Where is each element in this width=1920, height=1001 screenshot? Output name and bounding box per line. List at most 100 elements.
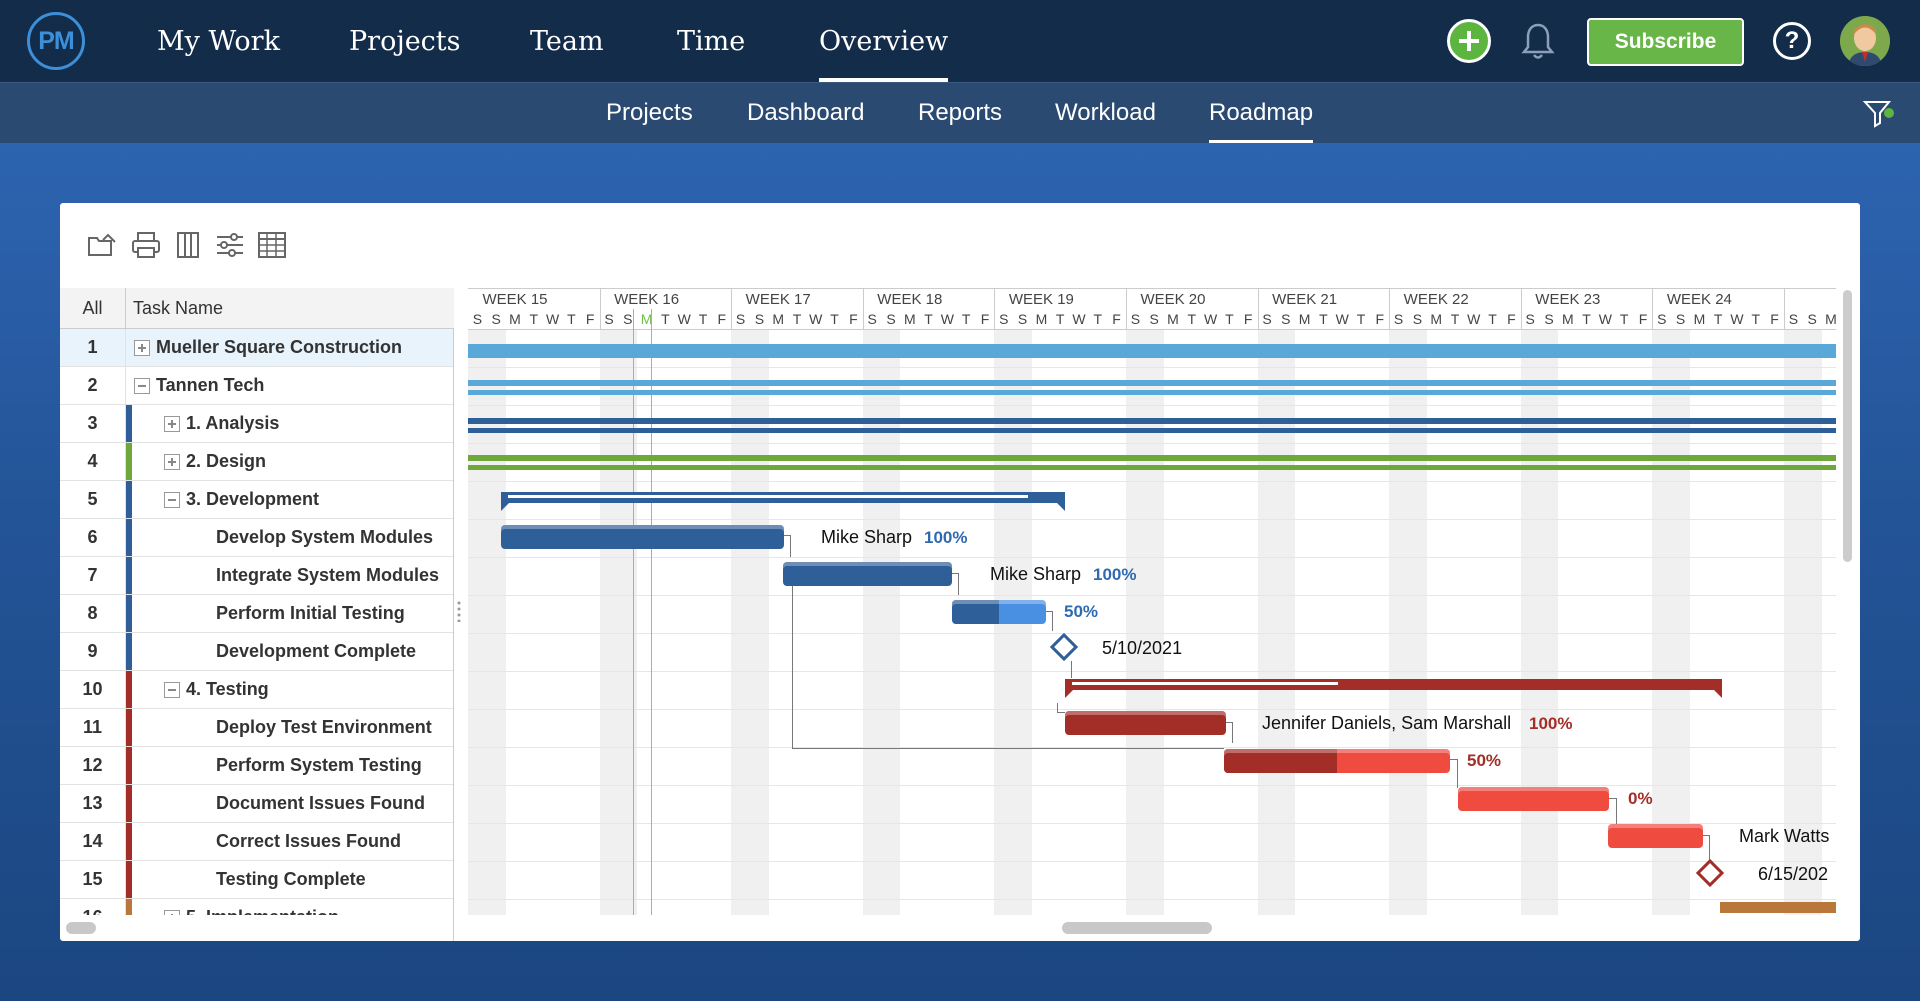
subnav-workload[interactable]: Workload [1055, 82, 1156, 143]
assignee-label: Mark Watts [1739, 826, 1830, 846]
table-row[interactable]: 14 Correct Issues Found [60, 823, 453, 861]
splitter-handle[interactable] [456, 600, 462, 623]
table-row[interactable]: 2 Tannen Tech [60, 367, 453, 405]
table-row[interactable]: 16 5. Implementation [60, 899, 453, 915]
subnav-roadmap[interactable]: Roadmap [1209, 82, 1314, 143]
expand-icon[interactable] [164, 454, 180, 470]
row-divider [468, 557, 1836, 558]
day-label: S [754, 311, 765, 327]
table-row[interactable]: 4 2. Design [60, 443, 453, 481]
row-divider [468, 785, 1836, 786]
summary-progress [508, 495, 1028, 498]
grid-horizontal-scrollbar-thumb[interactable] [66, 922, 96, 934]
collapse-icon[interactable] [164, 492, 180, 508]
nav-overview[interactable]: Overview [819, 0, 949, 82]
milestone-testing-complete[interactable] [1695, 858, 1725, 888]
task-name: Mueller Square Construction [156, 337, 403, 357]
collapse-icon[interactable] [134, 378, 150, 394]
columns-icon[interactable] [172, 230, 204, 260]
subnav-projects[interactable]: Projects [606, 82, 693, 143]
dependency-connector [792, 586, 1224, 749]
day-label: T [1356, 311, 1366, 327]
task-bar-integrate-system-modules[interactable] [783, 562, 952, 586]
summary-cap-left [501, 503, 509, 511]
table-row[interactable]: 10 4. Testing [60, 671, 453, 709]
table-row[interactable]: 3 1. Analysis [60, 405, 453, 443]
app-logo[interactable]: PM [27, 12, 85, 70]
print-icon[interactable] [130, 230, 162, 260]
category-color-bar [126, 861, 132, 898]
table-row[interactable]: 8 Perform Initial Testing [60, 595, 453, 633]
project-bar-mueller[interactable] [468, 344, 1836, 358]
day-label: W [677, 311, 691, 327]
week-label: WEEK 23 [1535, 290, 1601, 308]
day-label: T [792, 311, 802, 327]
day-label: M [1693, 311, 1706, 327]
nav-team[interactable]: Team [530, 0, 604, 82]
summary-bar-design-top[interactable] [468, 455, 1836, 461]
day-label: S [1262, 311, 1272, 327]
subnav-reports[interactable]: Reports [918, 82, 1002, 143]
day-label: S [1017, 311, 1028, 327]
project-bar-tannen-bottom[interactable] [468, 390, 1836, 395]
settings-sliders-icon[interactable] [214, 230, 246, 260]
day-label: T [1619, 311, 1629, 327]
row-number: 16 [60, 899, 126, 915]
table-row[interactable]: 9 Development Complete [60, 633, 453, 671]
table-grid-icon[interactable] [256, 230, 288, 260]
row-number: 10 [60, 671, 126, 708]
table-row[interactable]: 12 Perform System Testing [60, 747, 453, 785]
project-bar-tannen-top[interactable] [468, 380, 1836, 386]
expand-icon[interactable] [134, 340, 150, 356]
summary-bar-design-bottom[interactable] [468, 465, 1836, 470]
table-row[interactable]: 1 Mueller Square Construction [60, 329, 453, 367]
add-icon[interactable] [1447, 19, 1491, 63]
summary-bar-implementation[interactable] [1720, 902, 1836, 913]
table-row[interactable]: 15 Testing Complete [60, 861, 453, 899]
table-row[interactable]: 11 Deploy Test Environment [60, 709, 453, 747]
dependency-connector [784, 535, 791, 557]
task-bar-document-issues-found[interactable] [1458, 787, 1609, 811]
table-row[interactable]: 5 3. Development [60, 481, 453, 519]
task-bar-correct-issues-found[interactable] [1608, 824, 1703, 848]
open-folder-icon[interactable] [86, 230, 118, 260]
help-icon[interactable]: ? [1773, 22, 1811, 60]
bell-icon[interactable] [1521, 21, 1555, 61]
expand-icon[interactable] [164, 416, 180, 432]
row-number: 13 [60, 785, 126, 822]
nav-time[interactable]: Time [677, 0, 745, 82]
summary-bar-analysis-top[interactable] [468, 418, 1836, 424]
col-all-header[interactable]: All [60, 288, 126, 328]
day-label: T [961, 311, 971, 327]
week-label: WEEK 22 [1403, 290, 1469, 308]
task-name: 5. Implementation [186, 899, 339, 915]
expand-icon[interactable] [164, 910, 180, 915]
day-label: F [1243, 311, 1253, 327]
day-label: W [1335, 311, 1349, 327]
category-color-bar [126, 633, 132, 670]
table-row[interactable]: 7 Integrate System Modules [60, 557, 453, 595]
category-color-bar [126, 557, 132, 594]
avatar[interactable] [1840, 16, 1890, 66]
day-label: F [1770, 311, 1779, 327]
task-bar-develop-system-modules[interactable] [501, 525, 784, 549]
task-name: Testing Complete [216, 869, 366, 889]
vertical-scrollbar-thumb[interactable] [1843, 290, 1852, 562]
filter-icon[interactable] [1862, 97, 1894, 129]
table-row[interactable]: 13 Document Issues Found [60, 785, 453, 823]
week-label: WEEK 20 [1140, 290, 1206, 308]
nav-projects[interactable]: Projects [349, 0, 461, 82]
summary-bar-analysis-bottom[interactable] [468, 428, 1836, 433]
table-row[interactable]: 6 Develop System Modules [60, 519, 453, 557]
collapse-icon[interactable] [164, 682, 180, 698]
day-label: T [1225, 311, 1234, 327]
subnav-dashboard[interactable]: Dashboard [747, 82, 864, 143]
row-number: 1 [60, 329, 126, 366]
col-task-name-header[interactable]: Task Name [133, 288, 223, 328]
milestone-date-label: 6/15/202 [1758, 864, 1829, 884]
day-label: T [1582, 311, 1591, 327]
subscribe-button[interactable]: Subscribe [1587, 18, 1744, 66]
nav-my-work[interactable]: My Work [157, 0, 280, 82]
day-label: W [1730, 311, 1744, 327]
horizontal-scrollbar-thumb[interactable] [1062, 922, 1212, 934]
